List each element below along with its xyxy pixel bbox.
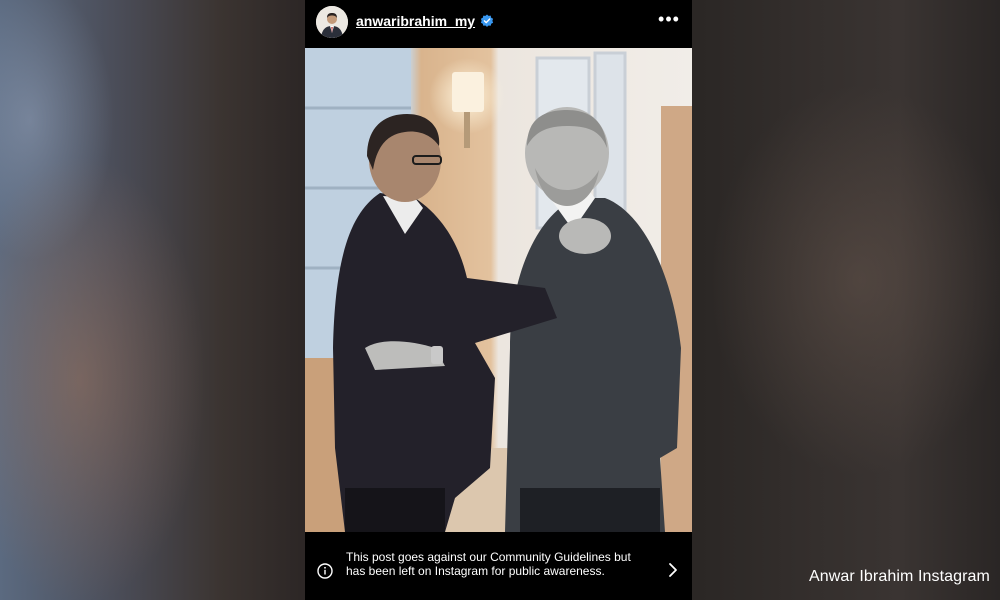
community-guidelines-notice[interactable]: This post goes against our Community Gui…	[305, 532, 692, 600]
chevron-right-icon[interactable]	[668, 562, 678, 578]
more-options-icon[interactable]: •••	[658, 10, 680, 30]
info-icon	[317, 563, 333, 579]
notice-message: This post goes against our Community Gui…	[346, 550, 631, 578]
instagram-post: anwaribrahim_my ••• This post goes again…	[305, 0, 692, 600]
profile-avatar[interactable]	[316, 6, 348, 38]
photo-credit: Anwar Ibrahim Instagram	[808, 568, 990, 585]
post-photo	[305, 48, 692, 532]
verified-badge-icon	[480, 14, 494, 27]
post-header: anwaribrahim_my •••	[305, 0, 692, 46]
username-link[interactable]: anwaribrahim_my	[356, 13, 475, 29]
